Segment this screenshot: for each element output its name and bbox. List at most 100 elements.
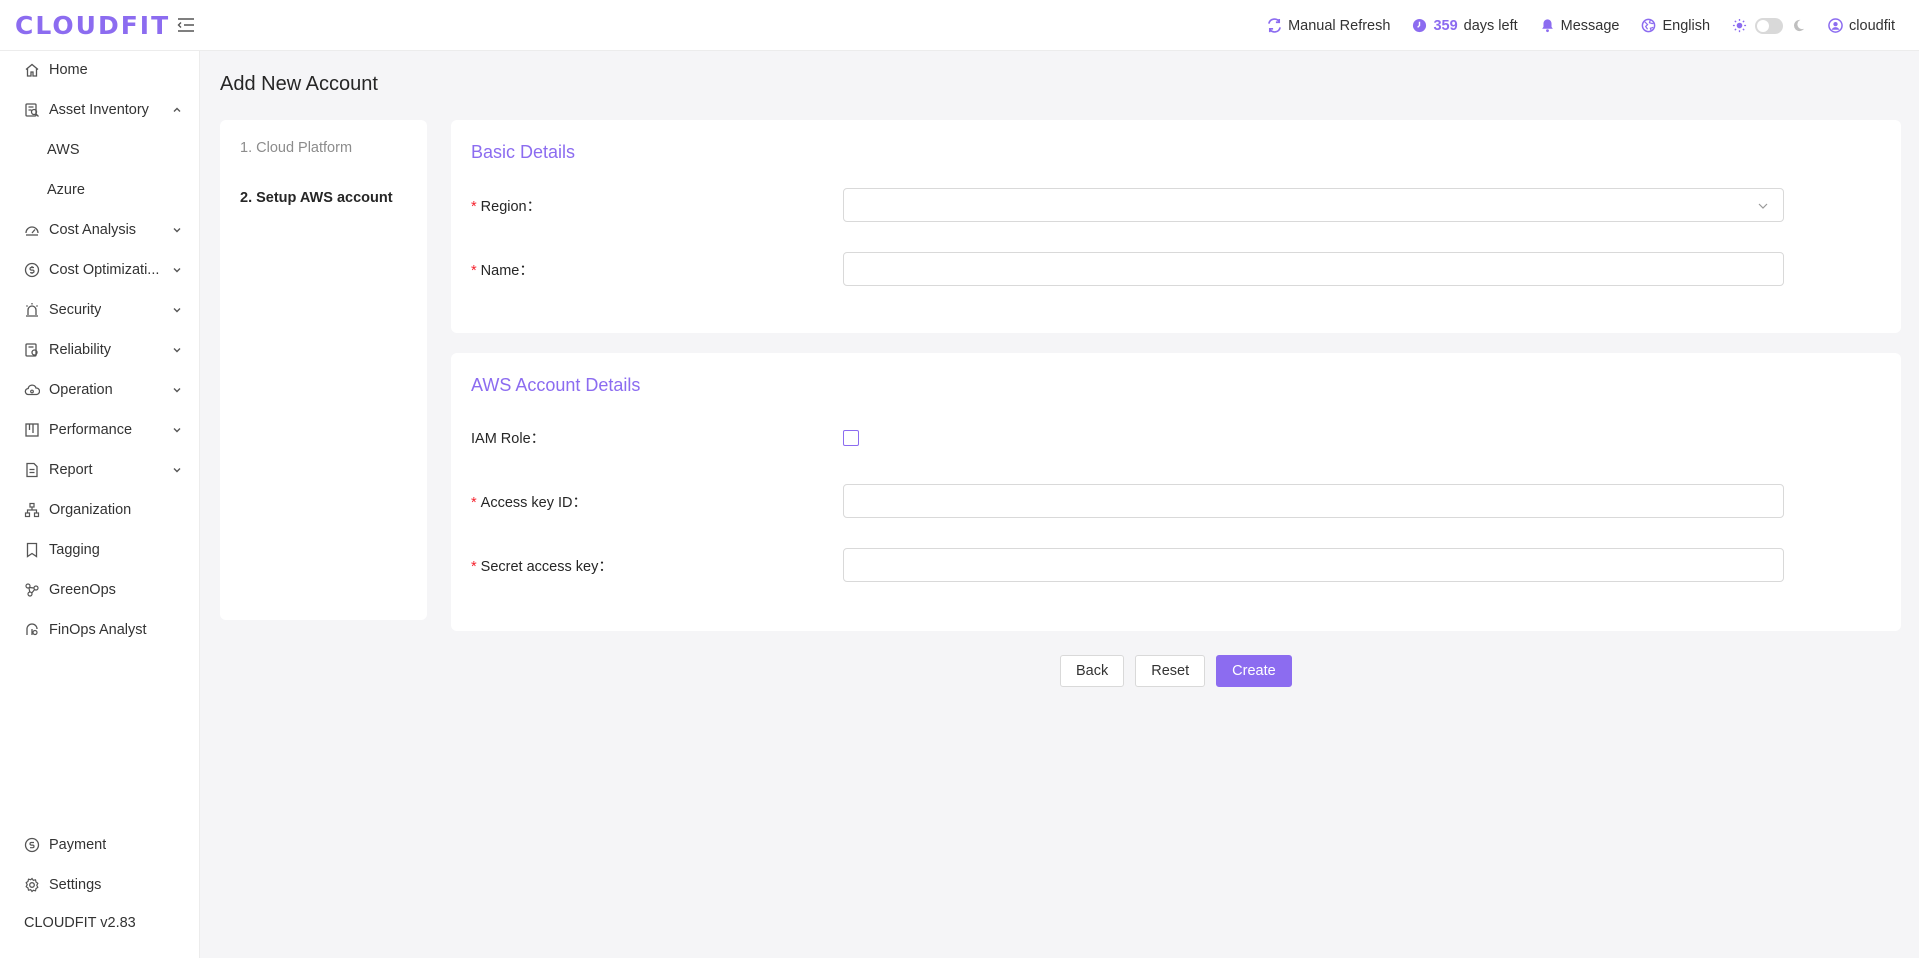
sidebar-item-home[interactable]: Home (0, 52, 200, 88)
refresh-icon (1268, 18, 1282, 33)
basic-details-card: Basic Details * Region： * Name： (451, 120, 1901, 333)
chevron-up-icon (173, 107, 181, 112)
iam-role-checkbox[interactable] (843, 430, 859, 446)
sidebar-item-greenops[interactable]: GreenOps (0, 572, 200, 608)
alarm-icon (24, 302, 40, 318)
sidebar-item-payment[interactable]: Payment (0, 827, 200, 863)
chevron-down-icon (173, 388, 181, 393)
region-label: * Region： (471, 198, 542, 215)
sidebar-item-tagging[interactable]: Tagging (0, 532, 200, 568)
sidebar-item-label: Cost Analysis (49, 222, 137, 238)
app-version: CLOUDFIT v2.83 (24, 915, 136, 931)
sidebar-item-operation[interactable]: Operation (0, 372, 200, 408)
form-actions: Back Reset Create (1060, 655, 1292, 687)
moon-icon (1794, 19, 1805, 32)
sidebar-item-label: Reliability (49, 342, 112, 358)
days-count: 359 (1433, 17, 1458, 34)
sidebar-item-label: Security (49, 302, 102, 318)
region-select[interactable] (843, 188, 1784, 222)
chevron-down-icon (173, 468, 181, 473)
sidebar-item-label: Settings (49, 877, 102, 893)
chevron-down-icon (173, 428, 181, 433)
org-icon (24, 502, 40, 518)
secret-key-label: * Secret access key： (471, 558, 613, 575)
iam-role-label: IAM Role： (471, 430, 546, 447)
steps-panel: 1. Cloud Platform 2. Setup AWS account (220, 120, 427, 620)
name-label: * Name： (471, 262, 534, 279)
sidebar-item-label: Home (49, 62, 88, 78)
tag-icon (24, 542, 40, 558)
report-icon (24, 462, 40, 478)
clock-icon (1413, 18, 1427, 33)
sidebar-item-label: Performance (49, 422, 133, 438)
days-label: days left (1463, 17, 1518, 34)
sidebar-item-organization[interactable]: Organization (0, 492, 200, 528)
sidebar-item-label: AWS (47, 142, 80, 158)
username: cloudfit (1849, 17, 1895, 34)
sidebar-item-reliability[interactable]: Reliability (0, 332, 200, 368)
access-key-label: * Access key ID： (471, 494, 588, 511)
sidebar-item-report[interactable]: Report (0, 452, 200, 488)
chevron-down-icon (173, 308, 181, 313)
sidebar-item-label: Asset Inventory (49, 102, 149, 118)
aws-account-details-title: AWS Account Details (471, 375, 641, 395)
sidebar-item-label: FinOps Analyst (49, 622, 147, 638)
language-selector[interactable]: English (1641, 18, 1710, 34)
sidebar-item-azure[interactable]: Azure (0, 172, 200, 208)
sidebar-item-finops-analyst[interactable]: FinOps Analyst (0, 612, 200, 648)
sidebar-item-security[interactable]: Security (0, 292, 200, 328)
top-header: CLOUDFIT Manual Refresh 359 days left Me… (0, 0, 1919, 51)
gear-icon (24, 877, 40, 893)
aws-account-details-card: AWS Account Details IAM Role： * Access ke… (451, 353, 1901, 631)
dollar-icon (24, 262, 40, 278)
sidebar-item-label: Azure (47, 182, 85, 198)
sun-icon (1732, 18, 1747, 33)
access-key-row: * Access key ID： (471, 484, 1881, 518)
create-button[interactable]: Create (1216, 655, 1292, 687)
secret-key-row: * Secret access key： (471, 548, 1881, 582)
step-cloud-platform[interactable]: 1. Cloud Platform (240, 140, 352, 156)
sidebar-item-performance[interactable]: Performance (0, 412, 200, 448)
chevron-down-icon (1758, 203, 1768, 209)
sidebar-item-label: Report (49, 462, 93, 478)
board-icon (24, 422, 40, 438)
sidebar-item-cost-analysis[interactable]: Cost Analysis (0, 212, 200, 248)
language-label: English (1662, 17, 1711, 34)
cloud-icon (24, 382, 40, 398)
sidebar-item-label: Operation (49, 382, 113, 398)
inventory-icon (24, 102, 40, 118)
basic-details-title: Basic Details (471, 142, 576, 162)
message-label: Message (1560, 17, 1620, 34)
chevron-down-icon (173, 348, 181, 353)
green-icon (24, 582, 40, 598)
user-icon (1828, 18, 1843, 33)
reliability-icon (24, 342, 40, 358)
chevron-down-icon (173, 228, 181, 233)
manual-refresh-label: Manual Refresh (1288, 17, 1391, 34)
manual-refresh-button[interactable]: Manual Refresh (1267, 18, 1390, 34)
theme-switch (1732, 17, 1806, 34)
theme-toggle[interactable] (1755, 17, 1784, 34)
name-row: * Name： (471, 252, 1881, 286)
secret-key-input[interactable] (843, 548, 1784, 582)
home-icon (24, 62, 40, 78)
user-menu[interactable]: cloudfit (1828, 18, 1895, 34)
name-input[interactable] (843, 252, 1784, 286)
back-button[interactable]: Back (1060, 655, 1125, 687)
sidebar-item-settings[interactable]: Settings (0, 867, 200, 903)
message-button[interactable]: Message (1540, 17, 1620, 34)
sidebar-item-asset-inventory[interactable]: Asset Inventory (0, 92, 200, 128)
sidebar-item-aws[interactable]: AWS (0, 132, 200, 168)
menu-fold-icon[interactable] (177, 16, 195, 34)
sidebar-item-label: Tagging (49, 542, 100, 558)
analyst-icon (24, 622, 40, 638)
app-logo[interactable]: CLOUDFIT (15, 11, 170, 40)
sidebar-item-cost-optimization[interactable]: Cost Optimizati... (0, 252, 200, 288)
iam-role-row: IAM Role： (471, 420, 1881, 454)
step-setup-aws-account[interactable]: 2. Setup AWS account (240, 190, 393, 206)
gauge-icon (24, 222, 40, 238)
sidebar-item-label: GreenOps (49, 582, 116, 598)
reset-button[interactable]: Reset (1135, 655, 1206, 687)
access-key-input[interactable] (843, 484, 1784, 518)
days-left-indicator: 359 days left (1412, 17, 1518, 34)
